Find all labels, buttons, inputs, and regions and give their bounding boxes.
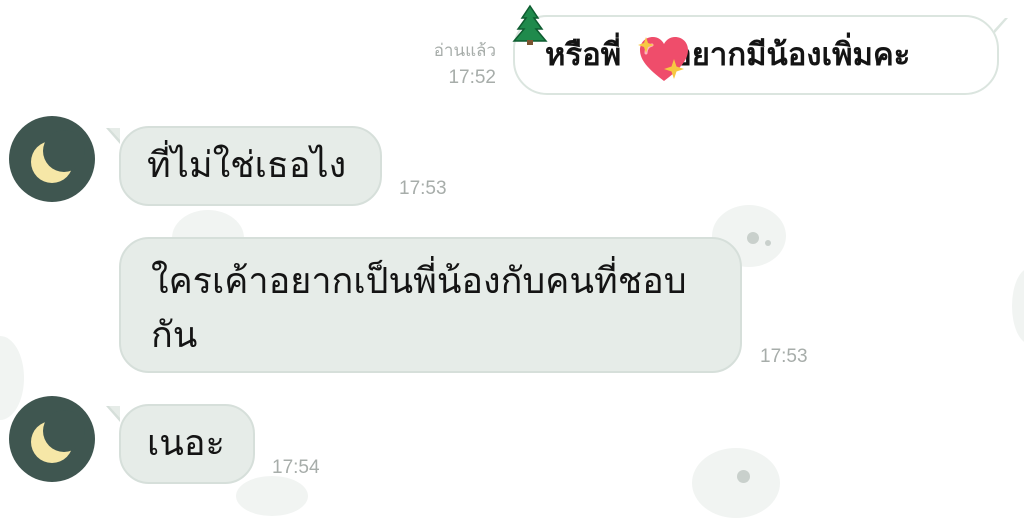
crescent-moon-icon xyxy=(31,130,85,183)
background-decoration xyxy=(692,448,780,518)
avatar[interactable] xyxy=(9,396,95,482)
message-text: เนอะ xyxy=(147,423,225,464)
background-decoration xyxy=(1012,268,1024,344)
sparkle-icon xyxy=(664,59,684,83)
message-text: หรือพี่ อยากมีน้องเพิ่มคะ xyxy=(545,37,911,73)
outgoing-message-bubble[interactable]: หรือพี่ อยากมีน้องเพิ่มคะ xyxy=(513,15,999,95)
message-text: ใครเค้าอยากเป็นพี่น้องกับคนที่ชอบกัน xyxy=(151,261,687,356)
bubble-tail xyxy=(106,128,120,144)
avatar[interactable] xyxy=(9,116,95,202)
sparkle-icon xyxy=(638,37,654,57)
incoming-message-bubble[interactable]: เนอะ xyxy=(119,404,255,484)
message-text: ที่ไม่ใช่เธอไง xyxy=(147,145,347,186)
background-decoration xyxy=(747,232,759,244)
incoming-message-bubble[interactable]: ใครเค้าอยากเป็นพี่น้องกับคนที่ชอบกัน xyxy=(119,237,742,373)
message-timestamp: 17:53 xyxy=(399,178,447,199)
bubble-tail xyxy=(994,18,1008,34)
message-timestamp: 17:53 xyxy=(760,346,808,367)
bubble-tail xyxy=(106,406,120,422)
crescent-moon-icon xyxy=(31,410,85,463)
background-decoration xyxy=(765,240,771,246)
message-timestamp: 17:52 xyxy=(448,67,496,88)
tree-icon xyxy=(508,4,552,50)
message-timestamp: 17:54 xyxy=(272,457,320,478)
read-receipt: อ่านแล้ว xyxy=(433,41,496,61)
background-decoration xyxy=(236,476,308,516)
background-decoration xyxy=(737,470,750,483)
incoming-message-bubble[interactable]: ที่ไม่ใช่เธอไง xyxy=(119,126,382,206)
